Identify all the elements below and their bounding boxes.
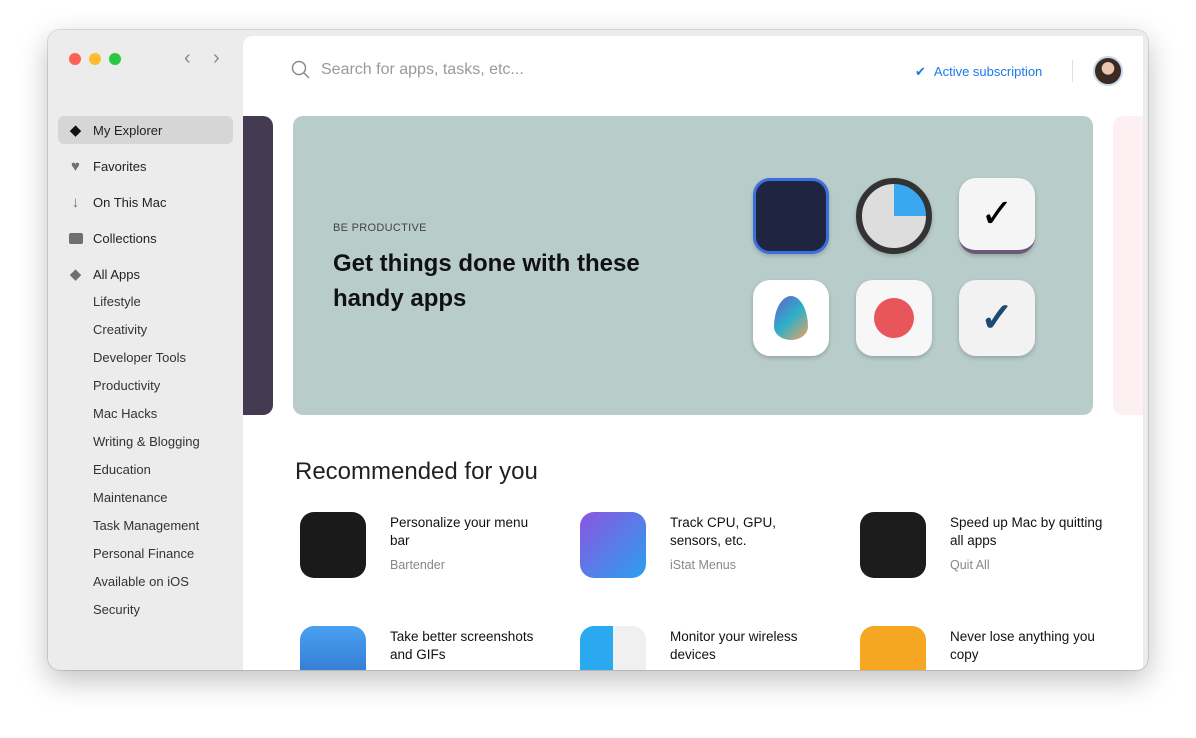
timer-app-icon[interactable]	[856, 280, 932, 356]
next-banner[interactable]	[1113, 116, 1143, 415]
sidebar-category[interactable]: Task Management	[93, 518, 199, 533]
sidebar-category[interactable]: Available on iOS	[93, 574, 189, 589]
sidebar-category[interactable]: Productivity	[93, 378, 160, 393]
app-card[interactable]: Take better screenshots and GIFs	[300, 626, 570, 670]
heart-icon: ♥	[71, 157, 80, 175]
diamond-icon: ◆	[69, 266, 82, 283]
app-window: ‹ › ◆ My Explorer ♥ Favorites ↓ On This Mac…	[48, 30, 1148, 670]
explorer-icon: ◆	[69, 122, 82, 139]
sidebar-item-label: My Explorer	[93, 122, 163, 138]
task-check-app-icon[interactable]: ✓	[959, 178, 1035, 254]
app-tagline: Personalize your menu bar	[390, 515, 529, 548]
sidebar-item-on-this-mac[interactable]: ↓ On This Mac	[58, 188, 233, 216]
app-card[interactable]: Never lose anything you copy	[860, 626, 1130, 670]
search-icon	[291, 60, 310, 79]
app-tagline: Speed up Mac by quitting all apps	[950, 515, 1103, 548]
minimize-button[interactable]	[89, 53, 101, 65]
sidebar-item-my-explorer[interactable]: ◆ My Explorer	[58, 116, 233, 144]
divider	[1072, 60, 1073, 82]
download-arrow-icon: ↓	[71, 193, 80, 211]
sidebar-item-label: On This Mac	[93, 194, 167, 210]
app-icon	[580, 626, 646, 670]
app-card[interactable]: Speed up Mac by quitting all apps Quit Al…	[860, 512, 1130, 582]
mindnode-app-icon[interactable]	[753, 280, 829, 356]
banner-eyebrow: BE PRODUCTIVE	[333, 222, 427, 234]
subscription-label: Active subscription	[933, 64, 1043, 79]
clock-app-icon[interactable]	[753, 178, 829, 254]
sidebar-category[interactable]: Lifestyle	[93, 294, 141, 309]
banner-title: Get things done with these handy apps	[333, 250, 640, 312]
sidebar-category[interactable]: Creativity	[93, 322, 147, 337]
app-tagline: Take better screenshots and GIFs	[390, 629, 534, 662]
featured-banner[interactable]: BE PRODUCTIVE Get things done with these…	[293, 116, 1093, 415]
forward-chevron-icon[interactable]: ›	[213, 47, 220, 70]
sidebar-item-label: Collections	[93, 230, 157, 246]
sidebar-category[interactable]: Mac Hacks	[93, 406, 157, 421]
sidebar-category[interactable]: Maintenance	[93, 490, 167, 505]
sidebar: ‹ › ◆ My Explorer ♥ Favorites ↓ On This Mac…	[48, 30, 243, 670]
section-title: Recommended for you	[295, 458, 538, 485]
sidebar-item-collections[interactable]: Collections	[58, 224, 233, 252]
app-name: iStat Menus	[670, 558, 737, 572]
app-icon	[860, 626, 926, 670]
checkmark-icon: ✔	[915, 64, 926, 79]
folder-icon	[58, 232, 93, 244]
app-icon	[300, 512, 366, 578]
sidebar-category[interactable]: Writing & Blogging	[93, 434, 200, 449]
previous-banner[interactable]	[243, 116, 273, 415]
app-tagline: Never lose anything you copy	[950, 629, 1095, 662]
sidebar-category[interactable]: Personal Finance	[93, 546, 194, 561]
avatar[interactable]	[1093, 56, 1123, 86]
sidebar-category[interactable]: Education	[93, 462, 151, 477]
app-icon	[860, 512, 926, 578]
app-card[interactable]: Track CPU, GPU, sensors, etc. iStat Menus	[580, 512, 850, 582]
subscription-status[interactable]: ✔ Active subscription	[915, 64, 1042, 80]
search-placeholder: Search for apps, tasks, etc...	[321, 61, 524, 78]
app-icon	[300, 626, 366, 670]
app-card[interactable]: Monitor your wireless devices	[580, 626, 850, 670]
sidebar-category[interactable]: Security	[93, 602, 140, 617]
back-chevron-icon[interactable]: ‹	[184, 47, 191, 70]
sidebar-item-favorites[interactable]: ♥ Favorites	[58, 152, 233, 180]
sidebar-item-all-apps[interactable]: ◆ All Apps	[58, 260, 233, 288]
app-icon	[580, 512, 646, 578]
search-input[interactable]: Search for apps, tasks, etc...	[291, 60, 524, 80]
checkmark-app-icon[interactable]: ✓	[959, 280, 1035, 356]
zoom-button[interactable]	[109, 53, 121, 65]
window-manager-app-icon[interactable]	[856, 178, 932, 254]
sidebar-item-label: All Apps	[93, 266, 140, 282]
app-card[interactable]: Personalize your menu bar Bartender	[300, 512, 570, 582]
main-content: Search for apps, tasks, etc... ✔ Active s…	[243, 36, 1143, 670]
app-tagline: Monitor your wireless devices	[670, 629, 798, 662]
app-name: Bartender	[390, 558, 445, 572]
sidebar-category[interactable]: Developer Tools	[93, 350, 186, 365]
app-name: Quit All	[950, 558, 990, 572]
close-button[interactable]	[69, 53, 81, 65]
app-tagline: Track CPU, GPU, sensors, etc.	[670, 515, 777, 548]
sidebar-item-label: Favorites	[93, 158, 147, 174]
